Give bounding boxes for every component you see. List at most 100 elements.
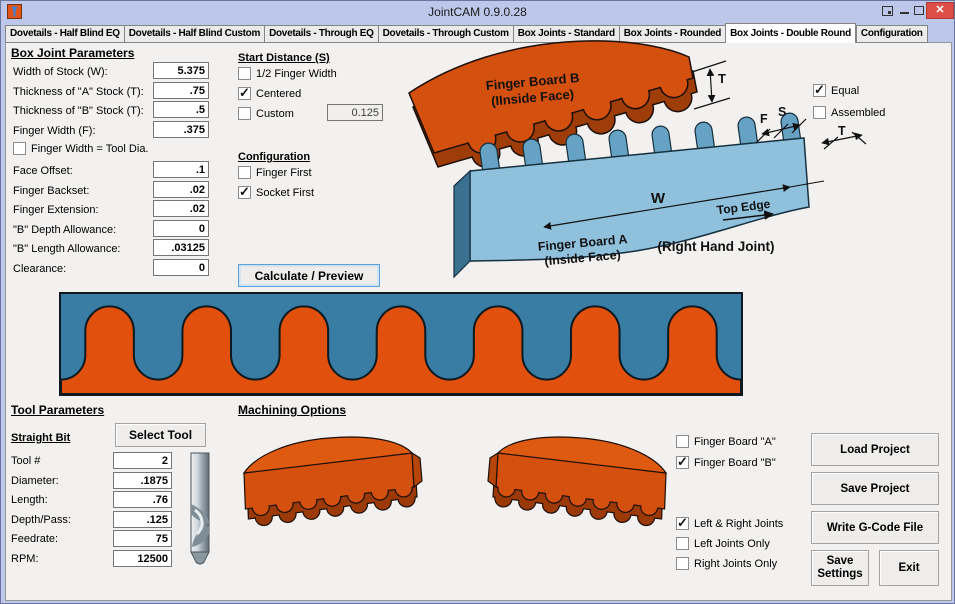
joint-diagram: Finger Board B (IInside Face) T: [396, 31, 955, 296]
svg-text:F: F: [760, 112, 768, 126]
window-title: JointCAM 0.9.0.28: [1, 5, 954, 19]
checkbox-label: Equal: [831, 85, 859, 97]
left-joints-only-checkbox[interactable]: Left Joints Only: [676, 537, 770, 550]
equal-checkbox[interactable]: Equal: [813, 84, 859, 97]
svg-text:T: T: [718, 71, 726, 86]
tab-dovetails-half-blind-eq[interactable]: Dovetails - Half Blind EQ: [5, 25, 124, 43]
checkbox-label: Finger Board "B": [694, 457, 776, 469]
b-depth-allowance-input[interactable]: [153, 220, 209, 237]
minimize-button[interactable]: [900, 12, 909, 14]
tool-number-input[interactable]: [113, 452, 172, 469]
finger-extension-input[interactable]: [153, 200, 209, 217]
finger-board-b-checkbox[interactable]: Finger Board "B": [676, 456, 776, 469]
router-bit-image: [185, 452, 215, 566]
finger-extension-label: Finger Extension:: [13, 204, 99, 216]
finger-width-input[interactable]: [153, 121, 209, 138]
tab-dovetails-through-eq[interactable]: Dovetails - Through EQ: [264, 25, 378, 43]
checkbox-label: Finger First: [256, 167, 312, 179]
assembled-checkbox[interactable]: Assembled: [813, 106, 885, 119]
width-of-stock-label: Width of Stock (W):: [13, 66, 108, 78]
box-joint-parameters-heading: Box Joint Parameters: [11, 46, 134, 60]
half-finger-width-checkbox[interactable]: 1/2 Finger Width: [238, 67, 337, 80]
maximize-button[interactable]: [914, 6, 924, 15]
depth-pass-label: Depth/Pass:: [11, 514, 71, 526]
joint-preview: [59, 292, 743, 396]
start-distance-heading: Start Distance (S): [238, 52, 330, 64]
save-settings-button[interactable]: Save Settings: [811, 550, 869, 586]
width-of-stock-input[interactable]: [153, 62, 209, 79]
diameter-input[interactable]: [113, 472, 172, 489]
svg-text:S: S: [778, 105, 786, 119]
checkbox-box: [238, 67, 251, 80]
diameter-label: Diameter:: [11, 475, 59, 487]
checkbox-box: [13, 142, 26, 155]
face-offset-label: Face Offset:: [13, 165, 73, 177]
tab-dovetails-half-blind-custom[interactable]: Dovetails - Half Blind Custom: [124, 25, 264, 43]
configuration-heading: Configuration: [238, 151, 310, 163]
socket-first-checkbox[interactable]: Socket First: [238, 186, 314, 199]
checkbox-box: [676, 456, 689, 469]
left-joint-thumbnail: [234, 429, 429, 529]
checkbox-box: [238, 107, 251, 120]
checkbox-label: Centered: [256, 88, 301, 100]
thickness-a-label: Thickness of "A" Stock (T):: [13, 86, 144, 98]
custom-start-distance-input[interactable]: [327, 104, 383, 121]
checkbox-label: Finger Width = Tool Dia.: [31, 143, 149, 155]
thickness-b-input[interactable]: [153, 101, 209, 118]
checkbox-box: [813, 106, 826, 119]
checkbox-label: Socket First: [256, 187, 314, 199]
length-input[interactable]: [113, 491, 172, 508]
thickness-a-input[interactable]: [153, 82, 209, 99]
svg-text:T: T: [838, 124, 846, 138]
right-joints-only-checkbox[interactable]: Right Joints Only: [676, 557, 777, 570]
tool-parameters-heading: Tool Parameters: [11, 403, 104, 417]
b-depth-allowance-label: "B" Depth Allowance:: [13, 224, 116, 236]
rpm-label: RPM:: [11, 553, 39, 565]
custom-checkbox[interactable]: Custom: [238, 107, 294, 120]
exit-button[interactable]: Exit: [879, 550, 939, 586]
checkbox-box: [676, 537, 689, 550]
straight-bit-heading: Straight Bit: [11, 432, 70, 444]
finger-first-checkbox[interactable]: Finger First: [238, 166, 312, 179]
tool-number-label: Tool #: [11, 455, 40, 467]
depth-pass-input[interactable]: [113, 511, 172, 528]
save-project-button[interactable]: Save Project: [811, 472, 939, 505]
checkbox-box: [676, 517, 689, 530]
right-joint-thumbnail: [481, 429, 676, 529]
select-tool-button[interactable]: Select Tool: [115, 423, 206, 447]
length-label: Length:: [11, 494, 48, 506]
machining-options-heading: Machining Options: [238, 403, 346, 417]
finger-width-tool-dia-checkbox[interactable]: Finger Width = Tool Dia.: [13, 142, 149, 155]
feedrate-input[interactable]: [113, 530, 172, 547]
checkbox-box: [238, 87, 251, 100]
svg-text:W: W: [651, 190, 666, 207]
write-gcode-button[interactable]: Write G-Code File: [811, 511, 939, 544]
svg-text:(Right Hand Joint): (Right Hand Joint): [658, 239, 775, 254]
jointcam-window: JointCAM 0.9.0.28 ✕ Dovetails - Half Bli…: [0, 0, 955, 604]
checkbox-box: [238, 166, 251, 179]
checkbox-box: [813, 84, 826, 97]
b-length-allowance-input[interactable]: [153, 239, 209, 256]
clearance-input[interactable]: [153, 259, 209, 276]
checkbox-label: Right Joints Only: [694, 558, 777, 570]
b-length-allowance-label: "B" Length Allowance:: [13, 243, 121, 255]
checkbox-box: [238, 186, 251, 199]
close-button[interactable]: ✕: [926, 2, 954, 19]
rpm-input[interactable]: [113, 550, 172, 567]
clearance-label: Clearance:: [13, 263, 66, 275]
face-offset-input[interactable]: [153, 161, 209, 178]
left-right-joints-checkbox[interactable]: Left & Right Joints: [676, 517, 783, 530]
checkbox-label: Custom: [256, 108, 294, 120]
system-menu-icon[interactable]: [882, 6, 893, 16]
finger-board-a-checkbox[interactable]: Finger Board "A": [676, 435, 776, 448]
load-project-button[interactable]: Load Project: [811, 433, 939, 466]
finger-width-label: Finger Width (F):: [13, 125, 96, 137]
finger-backset-input[interactable]: [153, 181, 209, 198]
centered-checkbox[interactable]: Centered: [238, 87, 301, 100]
feedrate-label: Feedrate:: [11, 533, 58, 545]
checkbox-label: Assembled: [831, 107, 885, 119]
thickness-b-label: Thickness of "B" Stock (T):: [13, 105, 144, 117]
title-bar[interactable]: JointCAM 0.9.0.28 ✕: [1, 1, 954, 22]
joint-preview-wave: [61, 294, 741, 394]
calculate-preview-button[interactable]: Calculate / Preview: [238, 264, 380, 287]
